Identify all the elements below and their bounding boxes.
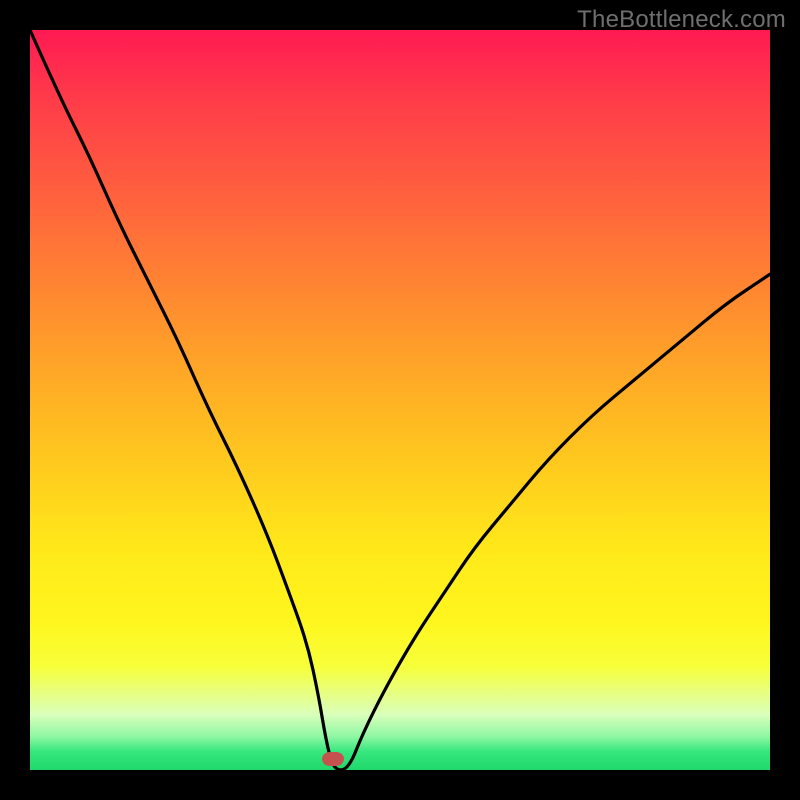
optimal-point-marker bbox=[322, 752, 344, 766]
chart-frame: TheBottleneck.com bbox=[0, 0, 800, 800]
plot-area bbox=[30, 30, 770, 770]
bottleneck-curve bbox=[30, 30, 770, 770]
curve-path bbox=[30, 30, 770, 770]
